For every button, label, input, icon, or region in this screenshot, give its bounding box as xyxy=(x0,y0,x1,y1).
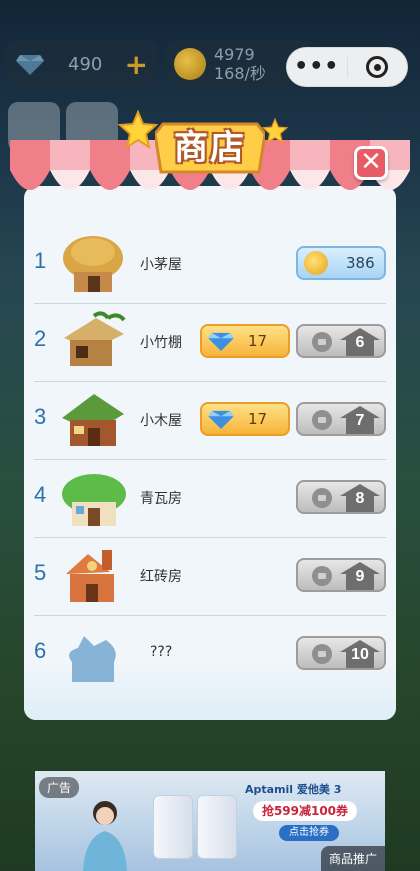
ad-promo-label[interactable]: 商品推广 xyxy=(320,846,385,871)
item-index: 4 xyxy=(34,482,47,507)
ad-tag[interactable]: 广告 xyxy=(39,777,80,798)
item-name: 红砖房 xyxy=(140,569,182,585)
gem-counter: 490 + xyxy=(6,40,158,88)
locked-button[interactable]: 9 xyxy=(296,558,386,592)
coin-rate: 168/秒 xyxy=(214,64,266,83)
lock-icon xyxy=(312,410,332,430)
item-name: 小木屋 xyxy=(140,413,182,429)
buy-with-gems-button[interactable]: 17 xyxy=(200,324,290,358)
add-gems-button[interactable]: + xyxy=(125,48,148,81)
unlock-level: 6 xyxy=(355,334,365,351)
more-button[interactable]: ••• xyxy=(287,56,347,78)
price: 17 xyxy=(248,410,268,428)
diamond-icon xyxy=(208,410,234,429)
ad-banner[interactable]: 广告 Aptamil 爱他美 3 抢599减100券 点击抢券 商品推广 xyxy=(35,771,385,871)
shop-item-3: 3 小木屋 17 7 xyxy=(24,382,396,460)
gem-icon xyxy=(16,55,44,75)
item-index: 5 xyxy=(34,560,47,585)
star-icon xyxy=(262,118,288,144)
locked-button[interactable]: 10 xyxy=(296,636,386,670)
ad-cta-button[interactable]: 点击抢券 xyxy=(279,825,339,841)
close-button[interactable]: ✕ xyxy=(354,146,388,180)
unlock-level: 8 xyxy=(355,490,365,507)
ad-brand: Aptamil 爱他美 3 xyxy=(245,783,342,796)
star-icon xyxy=(118,110,158,150)
coin-count: 4979 xyxy=(214,45,255,64)
unlock-level: 9 xyxy=(355,568,365,585)
shop-item-5: 5 红砖房 9 xyxy=(24,538,396,616)
target-icon xyxy=(366,56,389,78)
item-name: 小竹棚 xyxy=(140,335,182,351)
shop-item-4: 4 青瓦房 8 xyxy=(24,460,396,538)
item-index: 1 xyxy=(34,248,47,273)
price: 386 xyxy=(346,254,375,272)
lock-icon xyxy=(312,644,332,664)
shop-item-1: 1 小茅屋 386 xyxy=(24,226,396,304)
wooden-cabin-icon xyxy=(62,394,124,446)
shop-title: 商店 xyxy=(174,128,246,168)
green-tile-house-icon xyxy=(62,474,126,526)
lock-icon xyxy=(312,566,332,586)
mystery-house-silhouette-icon xyxy=(69,636,116,682)
lock-icon xyxy=(312,488,332,508)
product-can-image xyxy=(197,795,237,859)
unlock-level: 10 xyxy=(351,646,369,663)
shop-item-2: 2 小竹棚 17 6 xyxy=(24,304,396,382)
locked-button[interactable]: 7 xyxy=(296,402,386,436)
unlock-level: 7 xyxy=(355,412,365,429)
item-index: 6 xyxy=(34,638,47,663)
item-index: 2 xyxy=(34,326,47,351)
shop-item-6: 6 ??? 10 xyxy=(24,616,396,694)
bamboo-shed-icon xyxy=(64,311,126,366)
close-miniprogram-button[interactable] xyxy=(347,56,407,78)
gem-count: 490 xyxy=(68,53,103,75)
item-index: 3 xyxy=(34,404,47,429)
locked-button[interactable]: 8 xyxy=(296,480,386,514)
locked-button[interactable]: 6 xyxy=(296,324,386,358)
miniprogram-capsule: ••• xyxy=(286,47,408,87)
buy-with-gems-button[interactable]: 17 xyxy=(200,402,290,436)
ad-price: 抢599减100券 xyxy=(253,801,357,821)
buy-with-coins-button[interactable]: 386 xyxy=(296,246,386,280)
item-name: ??? xyxy=(150,644,173,660)
diamond-icon xyxy=(208,332,234,351)
coin-icon xyxy=(174,48,206,80)
product-can-image xyxy=(153,795,193,859)
item-name: 青瓦房 xyxy=(140,491,182,507)
red-brick-house-icon xyxy=(66,550,114,602)
ad-person-image xyxy=(75,795,135,871)
lock-icon xyxy=(312,332,332,352)
coin-icon xyxy=(304,251,328,275)
item-name: 小茅屋 xyxy=(140,257,182,273)
thatched-hut-icon xyxy=(63,236,123,292)
price: 17 xyxy=(248,332,268,350)
